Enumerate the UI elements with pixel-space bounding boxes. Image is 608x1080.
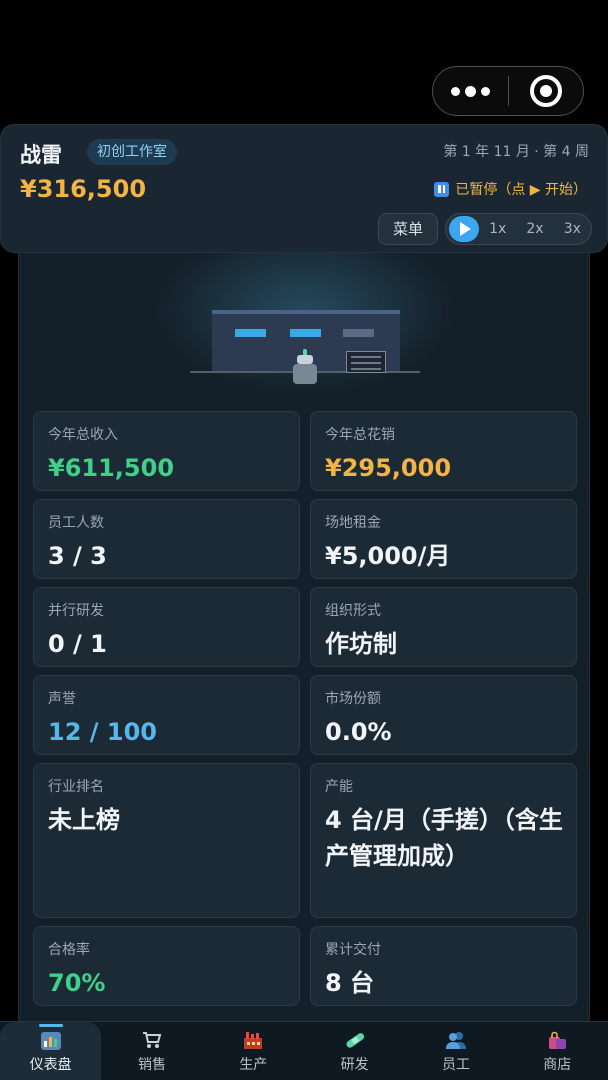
stat-value: 8 台 — [325, 969, 375, 997]
stat-card-total-delivered: 累计交付 8 台 — [310, 926, 577, 1006]
stat-card-employees: 员工人数 3 / 3 — [33, 499, 300, 579]
cart-icon — [141, 1030, 163, 1050]
stat-value: ¥5,000/月 — [325, 542, 451, 570]
stat-value: 3 / 3 — [48, 542, 107, 570]
stat-label: 场地租金 — [325, 515, 381, 531]
tab-research[interactable]: 研发 — [304, 1022, 405, 1080]
stat-value: 未上榜 — [48, 806, 120, 834]
tab-sales[interactable]: 销售 — [101, 1022, 202, 1080]
stat-card-market-share: 市场份额 0.0% — [310, 675, 577, 755]
people-icon — [445, 1030, 467, 1050]
tab-label: 仪表盘 — [29, 1057, 72, 1073]
game-date: 第 1 年 11 月 · 第 4 周 — [443, 144, 589, 160]
company-name: 战雷 — [20, 143, 62, 167]
company-stage-badge: 初创工作室 — [87, 139, 177, 165]
stat-label: 累计交付 — [325, 942, 381, 958]
stat-value: 4 台/月（手搓）（含生产管理加成） — [325, 806, 563, 870]
stat-label: 行业排名 — [48, 779, 104, 795]
stat-card-annual-revenue: 今年总收入 ¥611,500 — [33, 411, 300, 491]
tab-label: 商店 — [543, 1057, 572, 1073]
stat-label: 员工人数 — [48, 515, 104, 531]
stat-value: 0 / 1 — [48, 630, 107, 658]
machine-icon — [346, 351, 386, 373]
tab-dashboard[interactable]: 仪表盘 — [0, 1022, 102, 1080]
bandage-icon — [344, 1030, 366, 1050]
tab-label: 员工 — [441, 1057, 470, 1073]
pause-status-text: 已暂停（点 ▶ 开始） — [455, 182, 587, 198]
cash-balance: ¥316,500 — [20, 175, 147, 203]
game-header: 战雷 初创工作室 第 1 年 11 月 · 第 4 周 ¥316,500 已暂停… — [0, 124, 608, 253]
tab-label: 研发 — [340, 1057, 369, 1073]
speed-1x-button[interactable]: 1x — [479, 221, 516, 237]
stat-label: 今年总花销 — [325, 427, 395, 443]
tab-label: 生产 — [239, 1057, 268, 1073]
stat-label: 组织形式 — [325, 603, 381, 619]
tab-employees[interactable]: 员工 — [405, 1022, 506, 1080]
stat-card-pass-rate: 合格率 70% — [33, 926, 300, 1006]
speed-control: 1x 2x 3x — [445, 213, 592, 245]
miniprogram-capsule — [432, 66, 584, 116]
tab-label: 销售 — [137, 1057, 166, 1073]
stat-card-reputation: 声誉 12 / 100 — [33, 675, 300, 755]
stat-card-annual-spending: 今年总花销 ¥295,000 — [310, 411, 577, 491]
stat-card-industry-rank: 行业排名 未上榜 — [33, 763, 300, 918]
tab-production[interactable]: 生产 — [203, 1022, 304, 1080]
stat-card-rent: 场地租金 ¥5,000/月 — [310, 499, 577, 579]
dashboard-panel: 今年总收入 ¥611,500 今年总花销 ¥295,000 员工人数 3 / 3… — [18, 253, 590, 1023]
speed-3x-button[interactable]: 3x — [554, 221, 591, 237]
close-miniprogram-icon[interactable] — [509, 67, 584, 115]
stat-label: 声誉 — [48, 691, 76, 707]
stat-value: ¥295,000 — [325, 454, 452, 482]
play-icon — [460, 222, 471, 236]
stat-value: 70% — [48, 969, 106, 997]
tab-shop[interactable]: 商店 — [507, 1022, 608, 1080]
stat-label: 并行研发 — [48, 603, 104, 619]
more-options-icon[interactable] — [433, 67, 508, 115]
dashboard-icon — [40, 1030, 62, 1050]
stat-label: 今年总收入 — [48, 427, 118, 443]
stat-value: 0.0% — [325, 718, 392, 746]
speed-2x-button[interactable]: 2x — [516, 221, 553, 237]
stat-value: 12 / 100 — [48, 718, 157, 746]
stat-label: 市场份额 — [325, 691, 381, 707]
factory-icon — [242, 1030, 264, 1050]
play-button[interactable] — [449, 216, 479, 242]
robot-worker-icon — [292, 349, 318, 384]
workshop-illustration — [19, 253, 591, 405]
stat-value: ¥611,500 — [48, 454, 175, 482]
bottom-tab-bar: 仪表盘 销售 生产 研发 员工 商店 — [0, 1021, 608, 1080]
stat-value: 作坊制 — [325, 630, 397, 658]
shopping-bag-icon — [546, 1030, 568, 1050]
stat-card-capacity: 产能 4 台/月（手搓）（含生产管理加成） — [310, 763, 577, 918]
stat-card-organization: 组织形式 作坊制 — [310, 587, 577, 667]
stat-label: 产能 — [325, 779, 353, 795]
pause-status: 已暂停（点 ▶ 开始） — [434, 179, 587, 199]
stat-card-parallel-research: 并行研发 0 / 1 — [33, 587, 300, 667]
pause-icon — [434, 181, 450, 197]
menu-button[interactable]: 菜单 — [378, 213, 438, 245]
stat-label: 合格率 — [48, 942, 90, 958]
